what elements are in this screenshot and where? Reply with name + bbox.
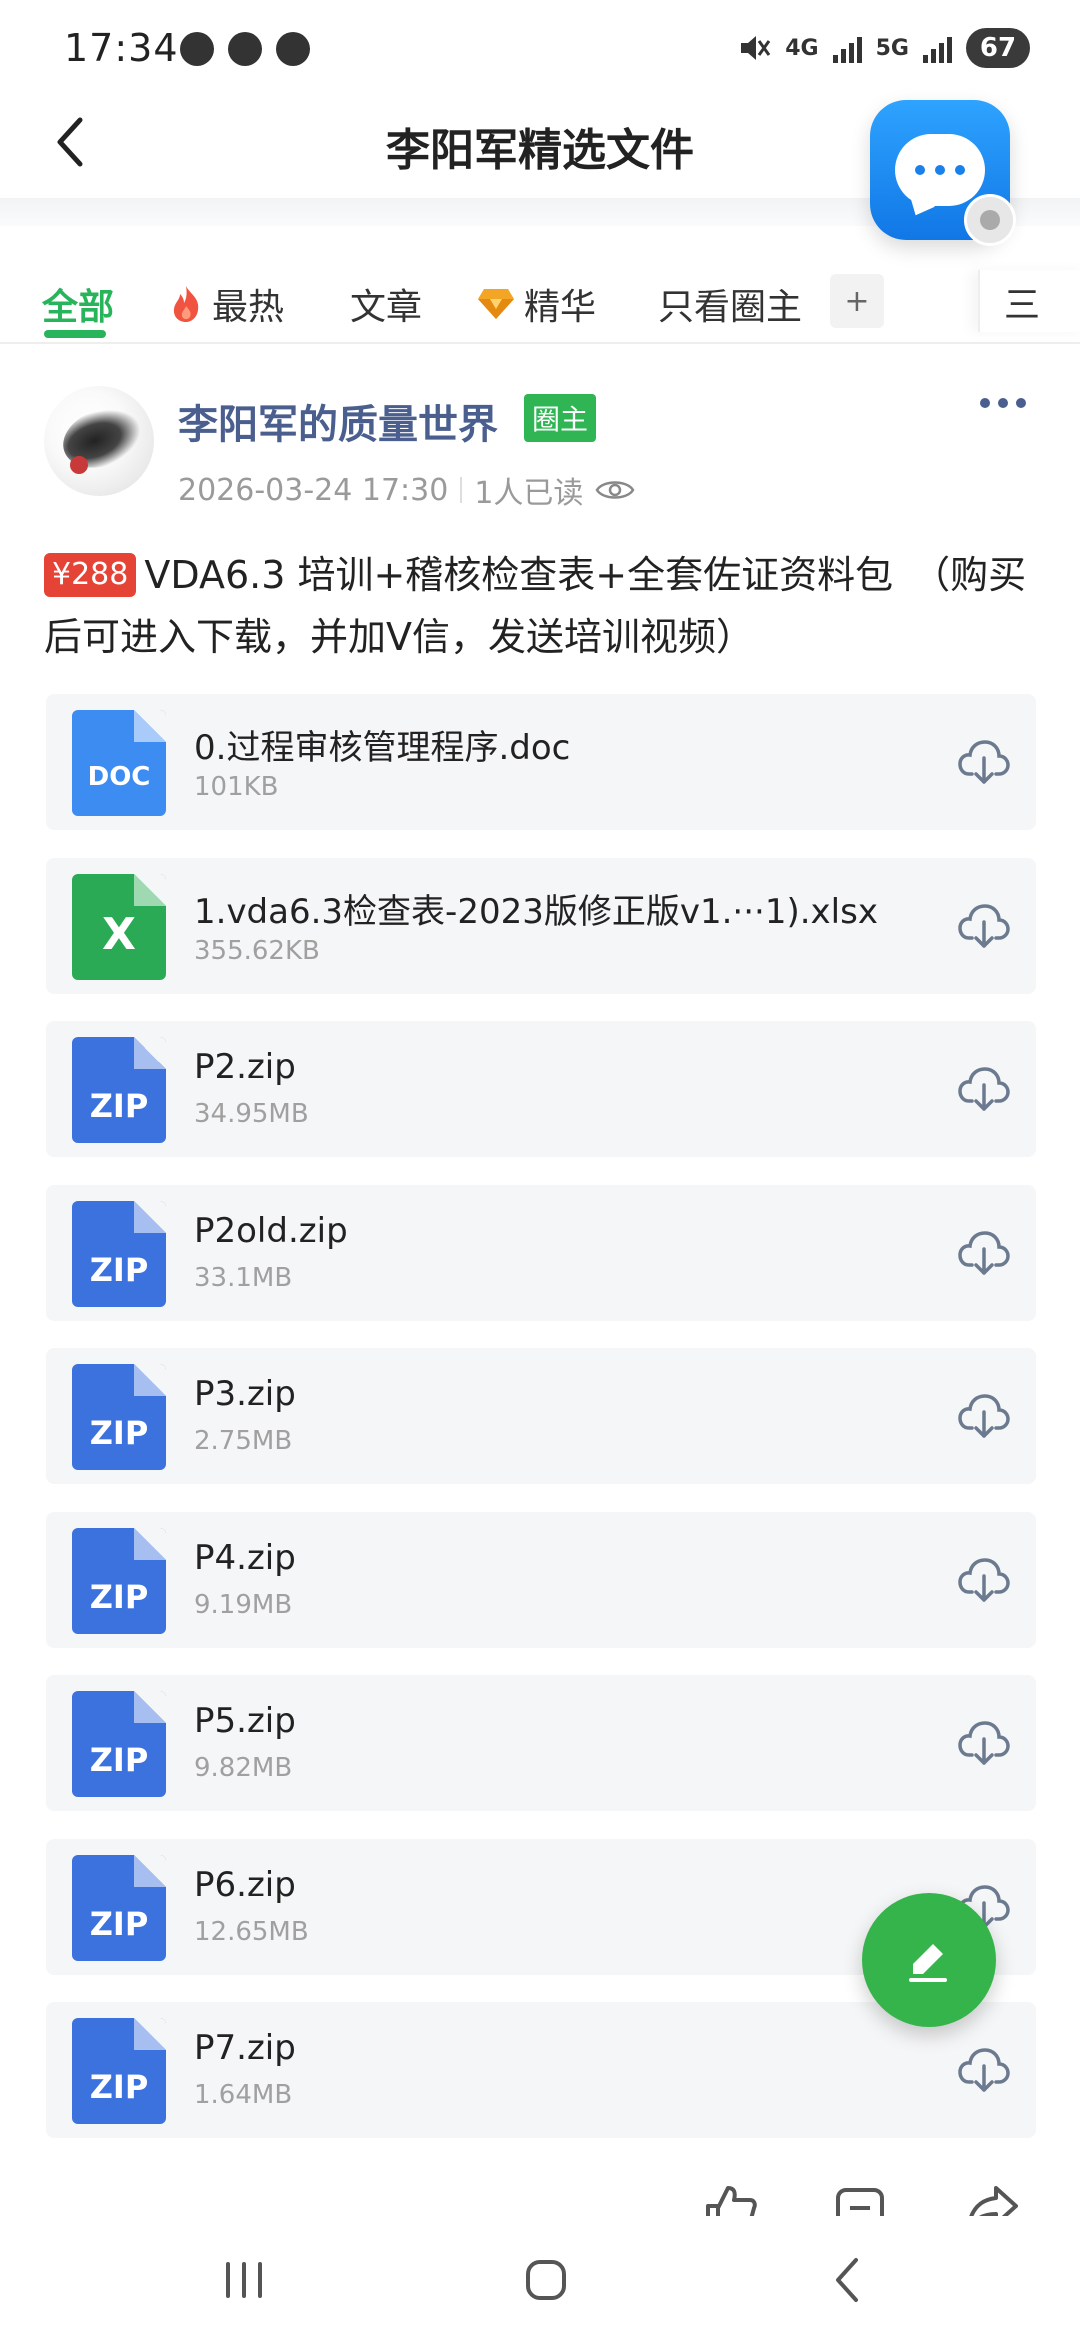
- tab-hottest[interactable]: 最热: [168, 278, 284, 330]
- zip-file-icon: ZIP: [72, 1200, 166, 1307]
- file-name: 0.过程审核管理程序.doc: [194, 728, 571, 768]
- tab-label: 全部: [42, 287, 115, 328]
- tab-bar: 全部 最热 文章 精华 只看圈主: [0, 260, 1080, 340]
- cloud-download-icon[interactable]: [958, 902, 1010, 950]
- file-name: P5.zip: [194, 1701, 296, 1741]
- file-size: 33.1MB: [194, 1262, 293, 1293]
- file-item[interactable]: ZIP P4.zip 9.19MB: [46, 1511, 1036, 1648]
- battery-indicator: 67: [966, 28, 1030, 68]
- file-size: 355.62KB: [194, 935, 320, 966]
- post-timestamp: 2026-03-24 17:30: [178, 472, 449, 508]
- pencil-icon: [909, 1944, 947, 1982]
- file-item[interactable]: ZIP P7.zip 1.64MB: [46, 2002, 1036, 2138]
- status-bar: 17:34 4G 5G 67: [0, 0, 1080, 100]
- tab-owner-only[interactable]: 只看圈主: [658, 278, 802, 330]
- file-size: 12.65MB: [194, 1916, 309, 1947]
- zip-file-icon: ZIP: [72, 1364, 166, 1470]
- tab-all[interactable]: 全部: [42, 278, 114, 330]
- price-tag: ¥288: [44, 553, 137, 597]
- cloud-download-icon[interactable]: [958, 1392, 1010, 1440]
- share-icon[interactable]: [962, 2180, 1022, 2216]
- owner-badge: 圈主: [524, 394, 597, 442]
- file-name: P6.zip: [194, 1864, 296, 1905]
- post-content: ¥288 VDA6.3 培训+稽核检查表+全套佐证资料包 （购买后可进入下载，并加…: [44, 544, 1044, 668]
- eye-icon: [595, 481, 635, 499]
- home-icon[interactable]: [516, 2250, 576, 2310]
- file-size: 9.82MB: [194, 1753, 293, 1783]
- file-name: 1.vda6.3检查表-2023版修正版v1.···1).xlsx: [194, 891, 878, 932]
- file-item[interactable]: ZIP P2.zip 34.95MB: [46, 1021, 1036, 1157]
- signal-icon-2: [923, 33, 952, 63]
- gem-icon: [478, 289, 514, 319]
- post-text: VDA6.3 培训+稽核检查表+全套佐证资料包 （购买后可进入下载，并加V信，发…: [44, 553, 1027, 659]
- file-name: P4.zip: [194, 1537, 296, 1578]
- file-name: P7.zip: [194, 2028, 296, 2068]
- tab-label: 文章: [350, 287, 423, 328]
- file-size: 101KB: [194, 772, 279, 802]
- chat-button[interactable]: [870, 100, 1016, 246]
- author-name[interactable]: 李阳军的质量世界: [178, 392, 498, 450]
- tab-label: 最热: [212, 287, 285, 328]
- chat-icon: [895, 134, 985, 206]
- tab-articles[interactable]: 文章: [350, 278, 422, 330]
- file-size: 34.95MB: [194, 1099, 309, 1129]
- network-4g-label: 4G: [785, 35, 819, 61]
- doc-file-icon: DOC: [72, 710, 166, 816]
- file-size: 9.19MB: [194, 1589, 293, 1620]
- zip-file-icon: ZIP: [72, 1527, 166, 1634]
- network-5g-label: 5G: [875, 35, 909, 61]
- add-tab-button[interactable]: +: [830, 274, 884, 328]
- read-count: 1人已读: [474, 476, 584, 511]
- cloud-download-icon[interactable]: [958, 1229, 1010, 1277]
- zip-file-icon: ZIP: [72, 2018, 166, 2124]
- recent-apps-icon[interactable]: [214, 2250, 274, 2310]
- cloud-download-icon[interactable]: [958, 1065, 1010, 1113]
- tabs-divider: [0, 342, 1080, 344]
- tab-menu-button[interactable]: 三: [978, 270, 1080, 332]
- weibo-icon: [228, 32, 262, 66]
- zip-file-icon: ZIP: [72, 1691, 166, 1797]
- like-icon[interactable]: [700, 2180, 760, 2216]
- cloud-download-icon[interactable]: [958, 1556, 1010, 1604]
- excel-file-icon: X: [72, 873, 166, 980]
- more-options-button[interactable]: [980, 398, 1026, 408]
- file-size: 2.75MB: [194, 1426, 293, 1456]
- file-name: P2old.zip: [194, 1210, 348, 1251]
- status-right: 4G 5G 67: [737, 28, 1030, 68]
- file-item[interactable]: ZIP P2old.zip 33.1MB: [46, 1184, 1036, 1321]
- tab-label: 只看圈主: [658, 287, 803, 328]
- meta-separator: [460, 477, 463, 503]
- user-avatar-icon: [964, 194, 1016, 246]
- file-item[interactable]: ZIP P3.zip 2.75MB: [46, 1348, 1036, 1484]
- tab-label: 精华: [524, 287, 597, 328]
- mute-icon: [741, 36, 771, 60]
- post-meta: 2026-03-24 17:30 1人已读: [178, 468, 635, 512]
- file-name: P2.zip: [194, 1047, 296, 1087]
- account-icon: [276, 32, 310, 66]
- author-avatar[interactable]: [44, 386, 154, 496]
- signal-icon: [832, 33, 862, 63]
- post-action-bar: [0, 2170, 1080, 2216]
- notification-icons: [180, 32, 310, 66]
- status-time: 17:34: [64, 26, 179, 70]
- compose-button[interactable]: [862, 1893, 996, 2027]
- file-item[interactable]: X 1.vda6.3检查表-2023版修正版v1.···1).xlsx 355.…: [46, 857, 1036, 994]
- file-size: 1.64MB: [194, 2080, 293, 2110]
- system-nav-bar: [0, 2216, 1080, 2340]
- file-item[interactable]: DOC 0.过程审核管理程序.doc 101KB: [46, 694, 1036, 830]
- file-name: P3.zip: [194, 1374, 296, 1414]
- file-item[interactable]: ZIP P5.zip 9.82MB: [46, 1675, 1036, 1811]
- menu-icon: 三: [1004, 285, 1041, 326]
- zip-file-icon: ZIP: [72, 1854, 166, 1961]
- back-nav-icon[interactable]: [818, 2250, 878, 2310]
- cloud-download-icon[interactable]: [958, 738, 1010, 786]
- cloud-download-icon[interactable]: [958, 1719, 1010, 1767]
- cloud-download-icon[interactable]: [958, 2046, 1010, 2094]
- tab-featured[interactable]: 精华: [476, 278, 596, 330]
- active-tab-indicator: [44, 330, 106, 338]
- chat-bubble-icon: [180, 32, 214, 66]
- flame-icon: [173, 286, 199, 322]
- comment-icon[interactable]: [830, 2180, 890, 2216]
- zip-file-icon: ZIP: [72, 1037, 166, 1143]
